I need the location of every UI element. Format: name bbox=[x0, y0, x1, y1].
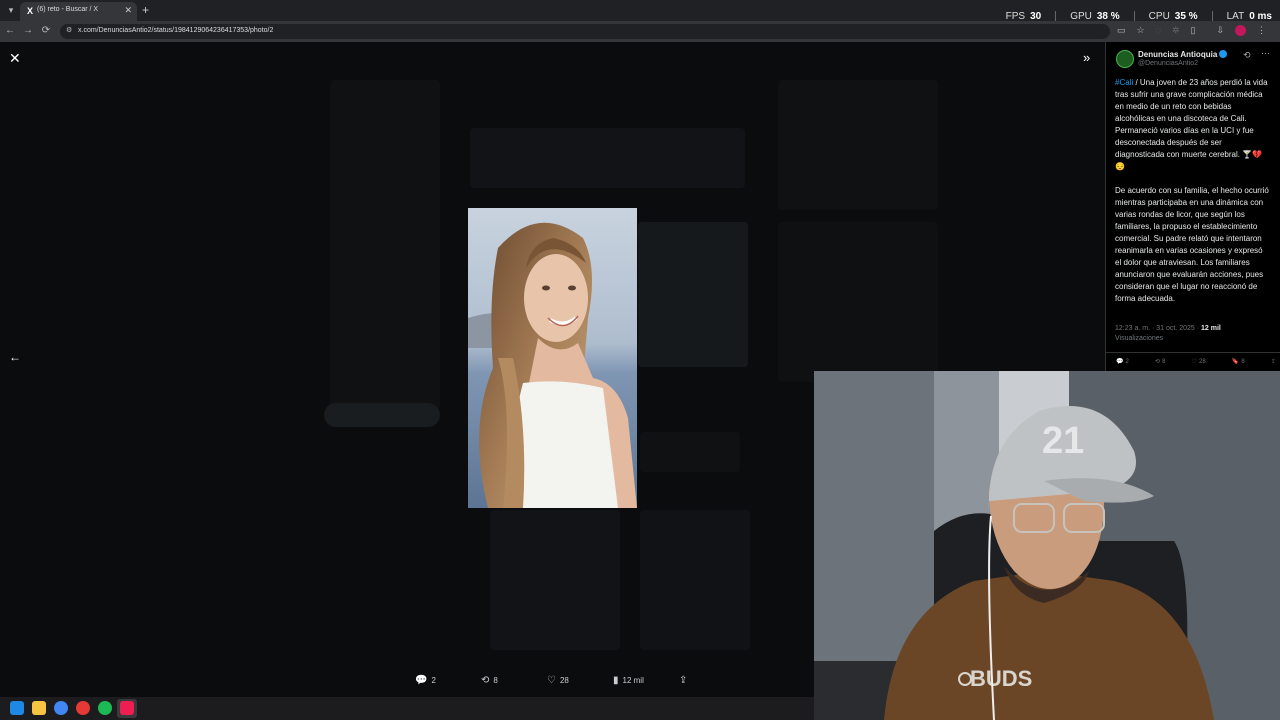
streamer-webcam-image: BUDS 21 bbox=[814, 371, 1280, 720]
tweet-detail-panel: Denuncias Antioquia @DenunciasAntio2 ⟲ ⋯… bbox=[1105, 42, 1280, 372]
verified-badge-icon bbox=[1219, 50, 1228, 58]
side-panel-icon[interactable]: ▯ bbox=[1191, 25, 1196, 36]
author-avatar[interactable] bbox=[1116, 50, 1134, 68]
profile-avatar[interactable] bbox=[1235, 25, 1246, 36]
background-trends bbox=[778, 222, 938, 382]
grok-icon[interactable]: ⟲ bbox=[1243, 50, 1251, 61]
x-logo-icon: X bbox=[26, 6, 33, 16]
like-icon: ♡ bbox=[547, 675, 556, 686]
webcam-overlay: BUDS 21 bbox=[814, 371, 1280, 720]
extension-icon[interactable]: ◌ bbox=[1156, 25, 1161, 36]
panel-divider bbox=[1106, 352, 1280, 353]
share-button[interactable]: ⇪ bbox=[679, 675, 745, 686]
extensions-puzzle-icon[interactable]: ✲ bbox=[1172, 25, 1180, 36]
previous-photo-icon[interactable]: ← bbox=[9, 350, 21, 364]
close-viewer-icon[interactable]: ✕ bbox=[9, 50, 21, 67]
browser-tab-bar: ▾ X (6) reto - Buscar / X ✕ + FPS 30 GPU 3… bbox=[0, 0, 1280, 23]
browser-tab[interactable]: X (6) reto - Buscar / X ✕ bbox=[20, 2, 137, 21]
chrome-icon[interactable] bbox=[54, 701, 68, 715]
browser-app-icon[interactable] bbox=[76, 701, 90, 715]
cast-icon[interactable]: ▭ bbox=[1117, 25, 1126, 36]
retweet-icon: ⟲ bbox=[1155, 359, 1161, 365]
panel-bookmark-button[interactable]: 🔖 8 bbox=[1231, 358, 1245, 366]
like-icon: ♡ bbox=[1191, 359, 1197, 365]
tab-search-chevron-icon[interactable]: ▾ bbox=[4, 3, 18, 17]
windows-start-icon[interactable] bbox=[10, 701, 24, 715]
views-button[interactable]: ▮ 12 mil bbox=[613, 675, 679, 686]
reload-icon[interactable]: ⟳ bbox=[40, 25, 52, 37]
new-tab-button[interactable]: + bbox=[142, 3, 149, 17]
address-bar[interactable]: ⚙ x.com/DenunciasAntio2/status/198412906… bbox=[60, 24, 1110, 39]
file-explorer-icon[interactable] bbox=[32, 701, 46, 715]
browser-toolbar: ← → ⟳ ⚙ x.com/DenunciasAntio2/status/198… bbox=[0, 21, 1280, 42]
background-sidebar bbox=[330, 80, 440, 410]
tweet-paragraph: De acuerdo con su familia, el hecho ocur… bbox=[1115, 186, 1269, 303]
menu-icon[interactable]: ⋮ bbox=[1257, 25, 1266, 36]
views-icon: ▮ bbox=[613, 675, 619, 686]
author-name[interactable]: Denuncias Antioquia bbox=[1138, 50, 1228, 59]
reply-button[interactable]: 💬 2 bbox=[415, 675, 481, 686]
background-text bbox=[640, 432, 740, 472]
panel-reply-button[interactable]: 💬 2 bbox=[1116, 358, 1129, 366]
background-post-button bbox=[324, 403, 440, 427]
tab-close-icon[interactable]: ✕ bbox=[124, 5, 132, 16]
retweet-icon: ⟲ bbox=[481, 675, 490, 686]
hashtag-link[interactable]: #Cali bbox=[1115, 78, 1133, 87]
shirt-logo-text: BUDS bbox=[970, 666, 1032, 691]
reply-icon: 💬 bbox=[415, 675, 428, 686]
panel-retweet-button[interactable]: ⟲ 8 bbox=[1155, 358, 1165, 366]
retweet-button[interactable]: ⟲ 8 bbox=[481, 675, 547, 686]
forward-icon[interactable]: → bbox=[22, 25, 34, 37]
tab-title: (6) reto - Buscar / X bbox=[37, 6, 99, 13]
downloads-icon[interactable]: ⇩ bbox=[1216, 25, 1224, 36]
reply-icon: 💬 bbox=[1116, 359, 1124, 365]
toolbar-icons: ▭ ☆ ◌ ✲ ▯ ⇩ ⋮ bbox=[1117, 25, 1266, 36]
tweet-photo[interactable] bbox=[468, 208, 637, 508]
background-image bbox=[490, 510, 620, 650]
url-text: x.com/DenunciasAntio2/status/19841290642… bbox=[78, 27, 274, 34]
photo-actions-bar: 💬 2 ⟲ 8 ♡ 28 ▮ 12 mil ⇪ bbox=[415, 675, 745, 686]
background-tweet bbox=[470, 128, 745, 188]
panel-like-button[interactable]: ♡ 28 bbox=[1191, 358, 1206, 366]
tiktok-icon[interactable] bbox=[120, 701, 134, 715]
background-filters bbox=[778, 80, 938, 210]
more-options-icon[interactable]: ⋯ bbox=[1261, 48, 1270, 59]
bookmark-star-icon[interactable]: ☆ bbox=[1137, 25, 1145, 36]
share-icon: ⇪ bbox=[1270, 359, 1276, 365]
tweet-meta: 12:23 a. m. · 31 oct. 2025 · 12 mil Visu… bbox=[1115, 325, 1221, 342]
spotify-icon[interactable] bbox=[98, 701, 112, 715]
background-image bbox=[640, 510, 750, 650]
photo-image bbox=[468, 208, 637, 508]
like-button[interactable]: ♡ 28 bbox=[547, 675, 613, 686]
share-icon: ⇪ bbox=[679, 675, 688, 686]
site-info-icon[interactable]: ⚙ bbox=[66, 26, 72, 34]
bookmark-icon: 🔖 bbox=[1231, 359, 1240, 365]
back-icon[interactable]: ← bbox=[4, 25, 16, 37]
author-handle[interactable]: @DenunciasAntio2 bbox=[1138, 60, 1198, 67]
cap-number-text: 21 bbox=[1042, 420, 1084, 462]
collapse-panel-icon[interactable]: » bbox=[1083, 50, 1090, 65]
tweet-text: #Cali / Una joven de 23 años perdió la v… bbox=[1115, 78, 1269, 303]
panel-actions-bar: 💬 2 ⟲ 8 ♡ 28 🔖 8 ⇪ bbox=[1116, 358, 1276, 366]
panel-share-button[interactable]: ⇪ bbox=[1271, 358, 1276, 365]
background-image bbox=[638, 222, 748, 367]
